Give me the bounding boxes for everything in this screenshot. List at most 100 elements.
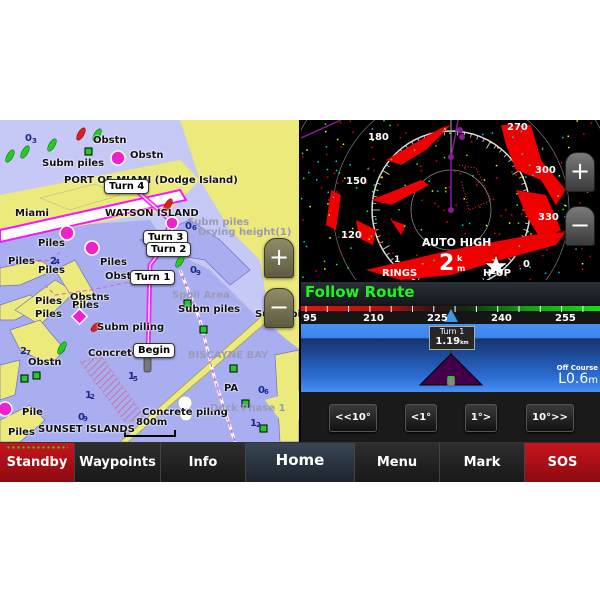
nav-mark-button[interactable]: Mark (440, 443, 525, 482)
radar-speckle (328, 214, 330, 216)
radar-speckle (527, 230, 529, 233)
radar-speckle (349, 120, 351, 122)
chart-label: BISCAYNE BAY (188, 350, 269, 361)
radar-speckle (461, 224, 464, 226)
navigation-chart-pane[interactable]: Obstn Subm piles Obstn PORT OF MIAMI (Dodge… (0, 120, 299, 442)
radar-speckle (339, 250, 342, 253)
steer-left-10-button[interactable]: <<10° (329, 404, 377, 432)
radar-speckle (470, 141, 473, 143)
depth-sounding: 9 (83, 415, 88, 423)
radar-speckle (390, 218, 393, 220)
radar-speckle (383, 120, 385, 122)
radar-speckle (464, 232, 466, 235)
chart-label: Piles (35, 309, 62, 320)
depth-sounding: 3 (32, 137, 37, 145)
radar-speckle (521, 213, 523, 215)
radar-speckle (528, 164, 531, 167)
radar-speckle (317, 161, 319, 163)
chart-label: PORT OF MIAMI (Dodge Island) (64, 175, 238, 186)
route-waypoint-turn-2[interactable]: Turn 2 (146, 242, 192, 257)
nav-info-button[interactable]: Info (161, 443, 246, 482)
route-waypoint-turn-1[interactable]: Turn 1 (130, 270, 176, 285)
radar-bezel-tick (508, 257, 512, 262)
radar-speckle (504, 242, 506, 244)
radar-speckle (434, 202, 436, 205)
radar-speckle (495, 177, 498, 179)
radar-speckle (518, 253, 521, 256)
steer-left-1-button[interactable]: <1° (405, 404, 437, 432)
radar-speckle (350, 247, 352, 249)
chart-label: Dock Phase 1 (210, 403, 286, 414)
radar-speckle (352, 131, 354, 133)
radar-speckle (466, 154, 468, 156)
radar-rings-label: RINGS (382, 268, 418, 279)
route-waypoint-turn-4[interactable]: Turn 4 (104, 179, 150, 194)
radar-speckle (468, 222, 471, 225)
radar-speckle (370, 235, 373, 238)
nav-sos-button[interactable]: SOS (525, 443, 600, 482)
radar-speckle (323, 260, 326, 263)
nav-home-button[interactable]: Home (246, 443, 355, 482)
radar-speckle (326, 176, 329, 178)
radar-orientation[interactable]: H-UP (483, 268, 511, 279)
radar-speckle (324, 123, 327, 125)
radar-speckle (327, 199, 330, 201)
radar-speckle (522, 247, 524, 249)
radar-speckle (416, 163, 418, 165)
radar-bezel-tick (382, 170, 390, 175)
radar-speckle (431, 190, 434, 192)
radar-bearing-150: 150 (346, 176, 367, 187)
chart-label: Concrete (88, 348, 139, 359)
chart-label: Spoil Area (172, 290, 230, 301)
next-waypoint-box: Turn 1 1.19km (429, 326, 475, 350)
radar-speckle (392, 252, 394, 255)
chart-zoom-in-button[interactable]: + (264, 238, 294, 278)
radar-speckle (446, 221, 448, 223)
nav-standby-label: Standby (6, 455, 68, 470)
steer-right-1-button[interactable]: 1°> (465, 404, 497, 432)
nav-menu-button[interactable]: Menu (355, 443, 440, 482)
radar-speckle (443, 156, 446, 159)
radar-bearing-330: 330 (538, 212, 559, 223)
radar-speckle (581, 263, 584, 265)
radar-bearing-270: 270 (507, 122, 528, 133)
chart-label: WATSON ISLAND (105, 208, 199, 219)
chart-zoom-out-button[interactable]: − (264, 288, 294, 328)
radar-zoom-in-button[interactable]: + (565, 152, 595, 192)
radar-zoom-out-button[interactable]: − (565, 206, 595, 246)
depth-sounding: 2 (90, 393, 95, 401)
radar-bezel-tick (386, 164, 390, 168)
nav-waypoints-button[interactable]: Waypoints (75, 443, 161, 482)
heading-tick: 255 (555, 313, 576, 324)
radar-speckle (324, 268, 326, 270)
route-waypoint-begin[interactable]: Begin (133, 343, 176, 358)
radar-range-unit-top: k (457, 254, 463, 263)
radar-pane[interactable]: 180 150 120 270 300 330 0 AUTO HIGH 1 RI… (301, 120, 600, 280)
radar-speckle (368, 238, 370, 240)
radar-bezel-tick (376, 235, 381, 238)
radar-speckle (512, 136, 514, 138)
radar-speckle (398, 209, 400, 211)
depth-sounding: 7 (26, 349, 31, 357)
radar-range-value[interactable]: 2 (439, 253, 454, 275)
radar-bezel-tick (518, 176, 523, 179)
chart-label: Subm piling (97, 322, 165, 333)
radar-speckle (497, 147, 499, 149)
radar-speckle (445, 187, 447, 189)
off-course-readout: Off Course L0.6m (557, 364, 598, 388)
nav-standby-button[interactable]: Standby (0, 443, 75, 482)
radar-speckle (421, 199, 423, 202)
radar-speckle (533, 141, 535, 143)
radar-speckle (336, 182, 339, 184)
radar-speckle (445, 190, 447, 193)
radar-speckle (305, 245, 308, 248)
radar-gain-mode[interactable]: AUTO HIGH (422, 236, 491, 249)
radar-speckle (371, 190, 374, 193)
steer-right-10-button[interactable]: 10°>> (526, 404, 574, 432)
radar-speckle (532, 174, 534, 177)
radar-speckle (510, 214, 513, 216)
radar-speckle (309, 205, 311, 208)
radar-speckle (525, 176, 527, 178)
radar-speckle (375, 218, 377, 220)
radar-speckle (519, 267, 522, 270)
